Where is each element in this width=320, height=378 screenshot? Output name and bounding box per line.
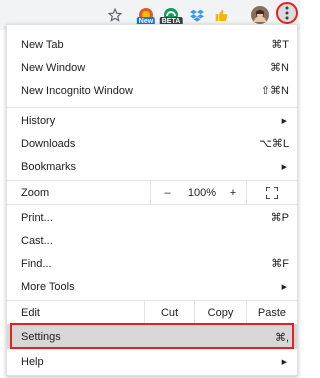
- fullscreen-button[interactable]: [246, 181, 297, 204]
- menu-item-shortcut: ⌥⌘L: [259, 138, 289, 150]
- menu-separator: [7, 107, 297, 108]
- menu-item-label: Bookmarks: [21, 160, 77, 173]
- new-extension-icon[interactable]: New: [136, 4, 156, 26]
- avatar[interactable]: [249, 4, 271, 26]
- menu-item-history[interactable]: History ▶: [7, 109, 297, 132]
- menu-item-bookmarks[interactable]: Bookmarks ▶: [7, 155, 297, 178]
- edit-label: Edit: [21, 306, 40, 319]
- menu-item-shortcut: ⇧⌘N: [260, 85, 289, 97]
- three-dots-icon: [285, 6, 289, 20]
- menu-item-find[interactable]: Find... ⌘F: [7, 252, 297, 275]
- menu-item-shortcut: ⌘T: [271, 39, 289, 51]
- cut-label: Cut: [160, 306, 179, 319]
- chrome-main-menu: New Tab ⌘T New Window ⌘N New Incognito W…: [6, 24, 298, 376]
- menu-item-more-tools[interactable]: More Tools ▶: [7, 275, 297, 298]
- menu-item-label: Downloads: [21, 137, 76, 150]
- submenu-arrow-icon: ▶: [281, 283, 287, 291]
- menu-row-zoom: Zoom – 100% +: [7, 181, 297, 204]
- menu-item-label: More Tools: [21, 280, 75, 293]
- menu-separator: [7, 204, 297, 205]
- submenu-arrow-icon: ▶: [281, 358, 287, 366]
- menu-item-cast[interactable]: Cast...: [7, 229, 297, 252]
- menu-item-shortcut: ⌘N: [270, 62, 289, 74]
- zoom-minus-label: –: [164, 186, 171, 199]
- copy-label: Copy: [207, 306, 234, 319]
- menu-item-label: Find...: [21, 257, 52, 270]
- menu-item-label: New Incognito Window: [21, 84, 133, 97]
- star-icon[interactable]: [106, 4, 124, 26]
- menu-button[interactable]: [276, 2, 298, 24]
- menu-row-edit: Edit Cut Copy Paste: [7, 301, 297, 324]
- paste-label: Paste: [257, 306, 287, 319]
- menu-item-print[interactable]: Print... ⌘P: [7, 206, 297, 229]
- thumbs-up-icon[interactable]: [212, 4, 230, 26]
- menu-item-label: Print...: [21, 211, 53, 224]
- beta-extension-icon[interactable]: BETA: [159, 4, 183, 26]
- copy-button[interactable]: Copy: [194, 301, 246, 324]
- menu-item-label: History: [21, 114, 56, 127]
- menu-item-help[interactable]: Help ▶: [7, 350, 297, 373]
- menu-item-label: New Window: [21, 61, 86, 74]
- menu-item-label: New Tab: [21, 38, 64, 51]
- zoom-value: 100%: [187, 186, 217, 199]
- submenu-arrow-icon: ▶: [281, 117, 287, 125]
- zoom-label: Zoom: [21, 186, 50, 199]
- menu-item-new-incognito-window[interactable]: New Incognito Window ⇧⌘N: [7, 79, 297, 102]
- dropbox-icon[interactable]: [188, 4, 206, 26]
- menu-item-label: Cast...: [21, 234, 53, 247]
- zoom-in-button[interactable]: +: [220, 181, 246, 204]
- menu-item-shortcut: ⌘P: [270, 212, 289, 224]
- settings-highlight-frame: [10, 323, 294, 349]
- menu-item-downloads[interactable]: Downloads ⌥⌘L: [7, 132, 297, 155]
- zoom-plus-label: +: [229, 186, 237, 199]
- submenu-arrow-icon: ▶: [281, 163, 287, 171]
- fullscreen-icon: [266, 186, 278, 199]
- menu-item-new-tab[interactable]: New Tab ⌘T: [7, 33, 297, 56]
- zoom-out-button[interactable]: –: [150, 181, 184, 204]
- menu-item-shortcut: ⌘F: [271, 258, 289, 270]
- paste-button[interactable]: Paste: [246, 301, 297, 324]
- zoom-level: 100%: [184, 181, 220, 204]
- menu-item-label: Help: [21, 355, 44, 368]
- cut-button[interactable]: Cut: [144, 301, 194, 324]
- menu-item-new-window[interactable]: New Window ⌘N: [7, 56, 297, 79]
